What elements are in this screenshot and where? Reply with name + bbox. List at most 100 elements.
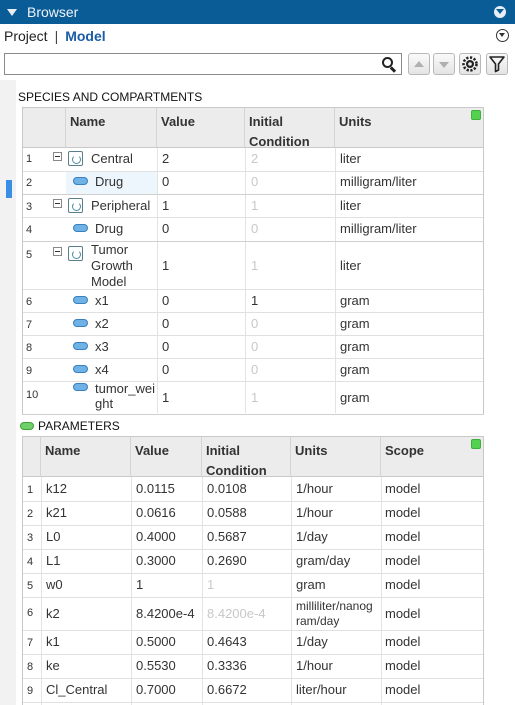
species-value[interactable]: 0 — [162, 316, 169, 331]
species-value[interactable]: 0 — [162, 174, 169, 189]
parameter-units[interactable]: 1/hour — [296, 481, 333, 496]
species-units[interactable]: gram — [340, 293, 370, 308]
parameter-scope[interactable]: model — [385, 577, 420, 592]
tab-model[interactable]: Model — [65, 28, 105, 44]
row-number: 2 — [26, 177, 33, 189]
params-col-scope[interactable]: Scope — [381, 437, 483, 477]
parameter-scope[interactable]: model — [385, 481, 420, 496]
parameter-value[interactable]: 0.3000 — [136, 553, 176, 568]
species-name[interactable]: x1 — [95, 293, 109, 308]
params-col-value[interactable]: Value — [131, 437, 202, 477]
parameter-scope[interactable]: model — [385, 553, 420, 568]
parameter-value[interactable]: 0.7000 — [136, 682, 176, 697]
species-units[interactable]: gram — [340, 390, 370, 405]
parameter-name[interactable]: k21 — [46, 505, 67, 520]
parameter-value[interactable]: 8.4200e-4 — [136, 606, 195, 621]
compartment-value[interactable]: 1 — [162, 198, 169, 213]
species-col-value[interactable]: Value — [157, 108, 245, 148]
parameter-initial-condition: 0.2690 — [207, 553, 247, 568]
species-col-name[interactable]: Name — [66, 108, 157, 148]
species-name[interactable]: tumor_wei ght — [95, 381, 155, 411]
params-col-initial-condition[interactable]: Initial Condition — [202, 437, 291, 478]
move-down-icon[interactable] — [433, 53, 455, 75]
species-name[interactable]: x2 — [95, 316, 109, 331]
parameter-name[interactable]: k1 — [46, 634, 60, 649]
species-value[interactable]: 0 — [162, 293, 169, 308]
row-number: 2 — [27, 508, 34, 520]
species-value[interactable]: 0 — [162, 362, 169, 377]
compartment-name[interactable]: Peripheral — [91, 198, 150, 213]
parameter-name[interactable]: ke — [46, 658, 60, 673]
parameter-name[interactable]: L1 — [46, 553, 60, 568]
parameter-scope[interactable]: model — [385, 634, 420, 649]
species-value[interactable]: 0 — [162, 221, 169, 236]
parameter-name[interactable]: Cl_Central — [46, 682, 107, 697]
parameter-name[interactable]: k12 — [46, 481, 67, 496]
species-name[interactable]: x4 — [95, 362, 109, 377]
compartment-units[interactable]: liter — [340, 258, 361, 273]
filter-icon[interactable] — [486, 53, 508, 75]
params-status-indicator — [471, 439, 481, 449]
compartment-units[interactable]: liter — [340, 151, 361, 166]
parameter-name[interactable]: k2 — [46, 606, 60, 621]
row-number: 7 — [27, 637, 34, 649]
parameter-units[interactable]: 1/hour — [296, 505, 333, 520]
parameter-units[interactable]: 1/day — [296, 634, 328, 649]
tab-project[interactable]: Project — [4, 28, 48, 44]
search-icon[interactable] — [381, 56, 397, 73]
parameter-scope[interactable]: model — [385, 682, 420, 697]
parameter-scope[interactable]: model — [385, 529, 420, 544]
species-name[interactable]: Drug — [95, 174, 123, 189]
collapse-minus-icon[interactable] — [53, 199, 62, 208]
panel-menu-icon[interactable] — [494, 6, 506, 18]
species-units[interactable]: gram — [340, 316, 370, 331]
species-name[interactable]: x3 — [95, 339, 109, 354]
parameter-units[interactable]: milliliter/nanog ram/day — [296, 599, 373, 629]
search-input[interactable] — [5, 54, 375, 74]
species-units[interactable]: gram — [340, 339, 370, 354]
collapse-minus-icon[interactable] — [53, 247, 62, 256]
compartment-initial-condition: 1 — [251, 198, 259, 213]
species-value[interactable]: 0 — [162, 339, 169, 354]
parameter-value[interactable]: 1 — [136, 577, 143, 592]
parameter-scope[interactable]: model — [385, 606, 420, 621]
parameter-units[interactable]: gram/day — [296, 553, 350, 568]
compartment-name[interactable]: Tumor Growth Model — [91, 242, 133, 290]
collapse-minus-icon[interactable] — [53, 152, 62, 161]
parameter-name[interactable]: w0 — [46, 577, 63, 592]
parameter-value[interactable]: 0.0616 — [136, 505, 176, 520]
parameter-units[interactable]: liter/hour — [296, 682, 347, 697]
species-initial-condition: 0 — [251, 316, 259, 331]
parameter-units[interactable]: 1/hour — [296, 658, 333, 673]
parameter-units[interactable]: gram — [296, 577, 326, 592]
parameter-initial-condition: 0.0588 — [207, 505, 247, 520]
params-col-name[interactable]: Name — [41, 437, 131, 477]
parameter-name[interactable]: L0 — [46, 529, 60, 544]
parameter-value[interactable]: 0.5000 — [136, 634, 176, 649]
parameter-scope[interactable]: model — [385, 658, 420, 673]
parameter-value[interactable]: 0.0115 — [136, 481, 175, 496]
compartment-value[interactable]: 2 — [162, 151, 169, 166]
compartment-value[interactable]: 1 — [162, 258, 169, 273]
tab-bar: Project | Model — [0, 24, 515, 48]
params-col-units[interactable]: Units — [291, 437, 381, 477]
parameter-scope[interactable]: model — [385, 505, 420, 520]
move-up-icon[interactable] — [408, 53, 430, 75]
row-number: 9 — [27, 685, 34, 697]
collapse-triangle-icon[interactable] — [7, 8, 17, 16]
compartment-units[interactable]: liter — [340, 198, 361, 213]
parameter-value[interactable]: 0.5530 — [136, 658, 176, 673]
compartment-name[interactable]: Central — [91, 151, 133, 166]
tab-options-icon[interactable] — [496, 29, 509, 42]
species-name[interactable]: Drug — [95, 221, 123, 236]
species-col-initial-condition[interactable]: Initial Condition — [245, 108, 335, 149]
parameter-value[interactable]: 0.4000 — [136, 529, 176, 544]
species-value[interactable]: 1 — [162, 390, 169, 405]
species-units[interactable]: milligram/liter — [340, 221, 417, 236]
species-units[interactable]: gram — [340, 362, 370, 377]
settings-icon[interactable] — [459, 53, 481, 75]
species-col-units[interactable]: Units — [335, 108, 483, 148]
species-units[interactable]: milligram/liter — [340, 174, 417, 189]
row-number: 3 — [27, 532, 34, 544]
parameter-units[interactable]: 1/day — [296, 529, 328, 544]
